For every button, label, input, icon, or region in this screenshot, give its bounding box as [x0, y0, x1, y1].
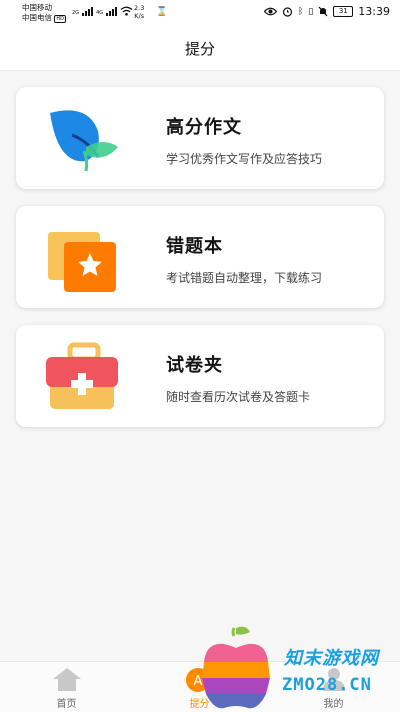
- battery-icon: 31: [333, 6, 354, 17]
- tab-home[interactable]: 首页: [0, 662, 133, 712]
- tab-label: 首页: [56, 699, 77, 710]
- carrier-1: 中国移动: [22, 3, 52, 12]
- carrier-2-row: 中国电信 HD: [22, 13, 67, 24]
- network-speed: 2.3 K/s: [134, 4, 144, 20]
- status-right: ᛒ ▯ 31 13:39: [263, 5, 390, 18]
- card-title: 高分作文: [166, 117, 242, 138]
- signal-bars-2-icon: [106, 7, 118, 16]
- card-title: 错题本: [166, 236, 223, 257]
- status-bar: 中国移动 中国电信 HD 2G 4G 2.3 K/s ⌛ ᛒ ▯ 31 13:3…: [0, 0, 400, 28]
- toolbox-icon: [46, 342, 118, 409]
- eye-icon: [263, 7, 277, 16]
- leaf-icon: [50, 110, 118, 172]
- page-title: 提分: [184, 40, 215, 58]
- speed-unit: K/s: [134, 12, 145, 20]
- card-wrong-questions[interactable]: 错题本 考试错题自动整理，下载练习: [16, 206, 384, 308]
- carrier-info: 中国移动 中国电信 HD: [22, 3, 67, 24]
- alarm-icon: [282, 7, 293, 17]
- speed-value: 2.3: [134, 4, 145, 12]
- hourglass-icon: ⌛: [156, 7, 168, 17]
- watermark-text-2: ZMO28.CN: [282, 675, 372, 695]
- card-subtitle: 学习优秀作文写作及应答技巧: [166, 152, 323, 166]
- card-subtitle: 随时查看历次试卷及答题卡: [166, 390, 311, 404]
- home-icon: [52, 668, 81, 691]
- star-folder-icon: [48, 232, 116, 292]
- signal-indicators: 2G 4G: [72, 6, 133, 16]
- vibrate-icon: ▯: [308, 6, 314, 17]
- card-title: 试卷夹: [166, 355, 223, 376]
- network-2g-label: 2G: [72, 10, 80, 16]
- watermark: 知末游戏网 ZMO28.CN: [196, 622, 400, 711]
- mute-bell-icon: [318, 6, 328, 17]
- carrier-2: 中国电信: [22, 13, 52, 22]
- bluetooth-icon: ᛒ: [297, 6, 304, 17]
- watermark-text-1: 知末游戏网: [284, 648, 379, 669]
- card-high-score-essay[interactable]: 高分作文 学习优秀作文写作及应答技巧: [16, 87, 384, 189]
- signal-bars-1-icon: [82, 7, 94, 16]
- network-4g-label: 4G: [96, 10, 104, 16]
- page-title-bar: 提分: [0, 28, 400, 71]
- card-subtitle: 考试错题自动整理，下载练习: [166, 271, 323, 285]
- card-exam-folder[interactable]: 试卷夹 随时查看历次试卷及答题卡: [16, 325, 384, 427]
- wifi-icon: [120, 6, 133, 16]
- clock-time: 13:39: [358, 5, 390, 18]
- hd-badge: HD: [54, 15, 67, 23]
- apple-logo-icon: [202, 626, 270, 709]
